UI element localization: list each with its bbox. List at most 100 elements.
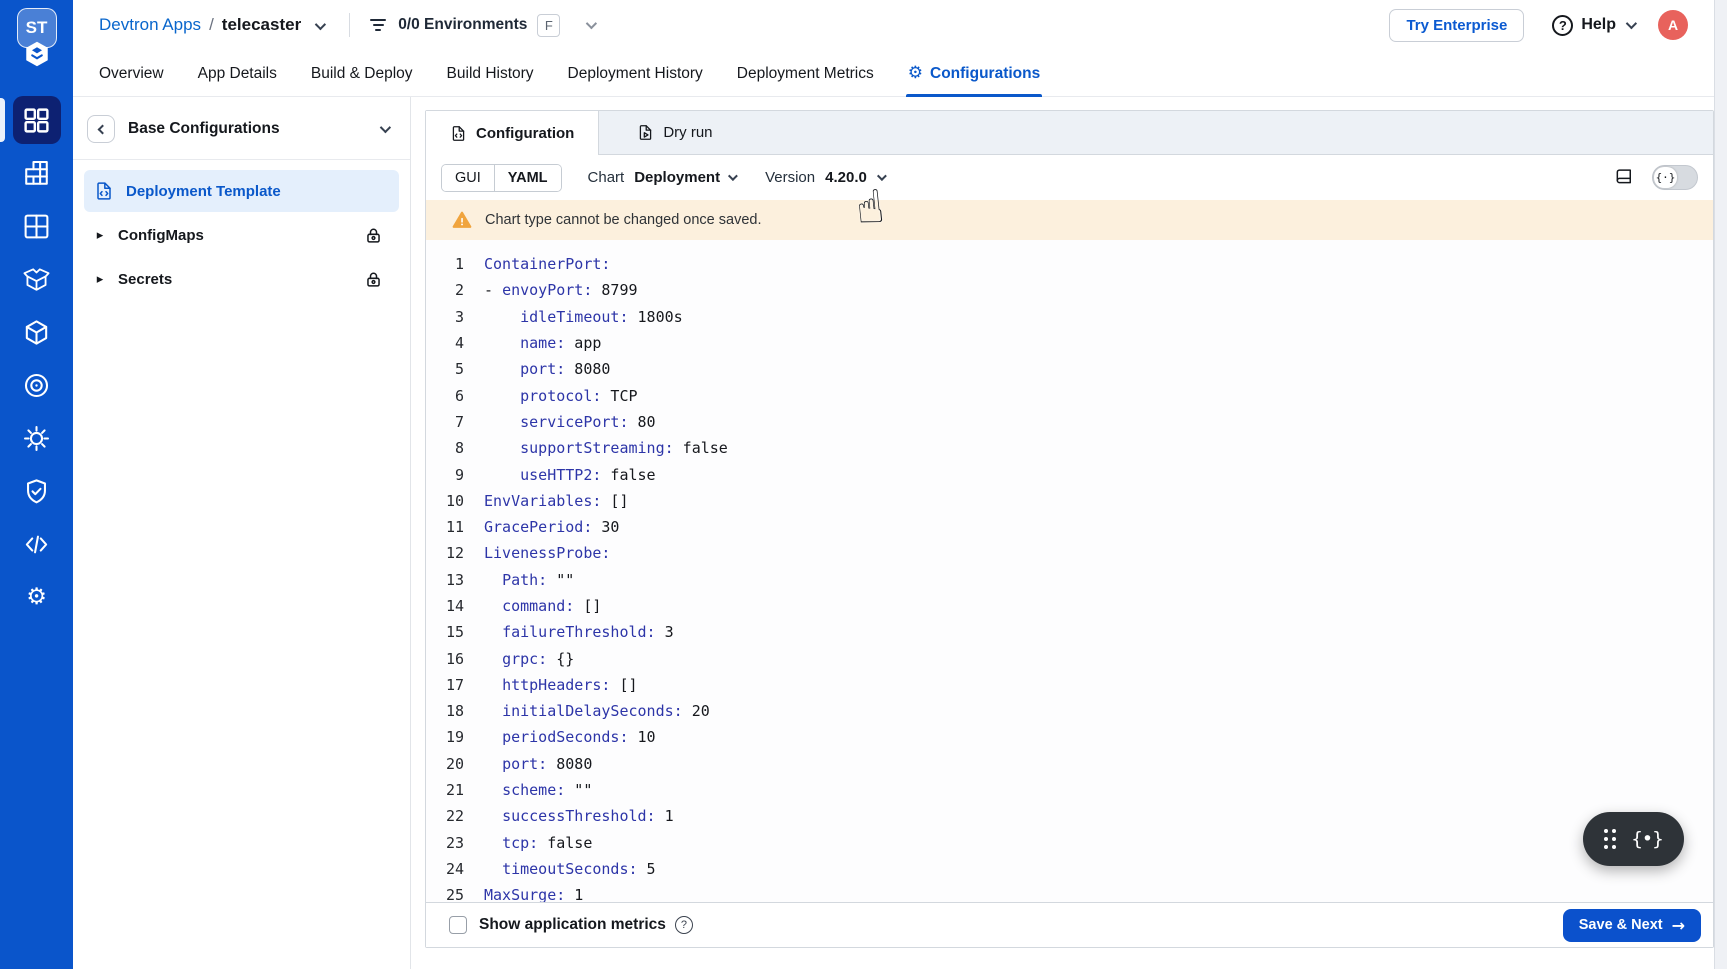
line-number: 22 [426,807,484,825]
nav-tab-app-details[interactable]: App Details [198,50,277,97]
environment-filter-icon[interactable] [370,19,386,31]
editor-line[interactable]: 4 name: app [426,330,1713,356]
editor-line[interactable]: 18 initialDelaySeconds: 20 [426,698,1713,724]
editor-line[interactable]: 15 failureThreshold: 3 [426,619,1713,645]
nav-tab-deployment-metrics[interactable]: Deployment Metrics [737,50,874,97]
mode-button-gui[interactable]: GUI [442,165,494,191]
editor-line[interactable]: 3 idleTimeout: 1800s [426,304,1713,330]
editor-line[interactable]: 10EnvVariables: [] [426,488,1713,514]
editor-line[interactable]: 7 servicePort: 80 [426,409,1713,435]
compare-values-toggle[interactable]: {·} [1652,165,1698,190]
nav-tab-build-history[interactable]: Build History [447,50,534,97]
line-content: periodSeconds: 10 [484,728,656,746]
drag-dots-icon[interactable] [1604,829,1616,849]
sidebar-item-grid-icon[interactable] [13,96,61,144]
show-metrics-checkbox[interactable] [449,916,467,934]
breadcrumb-devtron-apps[interactable]: Devtron Apps [99,15,201,35]
metrics-help-icon[interactable]: ? [675,916,693,934]
nav-tab-build-deploy[interactable]: Build & Deploy [311,50,413,97]
lock-icon [364,270,383,289]
editor-line[interactable]: 24 timeoutSeconds: 5 [426,856,1713,882]
sidebar-item-shield-check-icon[interactable] [13,467,61,515]
line-content: GracePeriod: 30 [484,518,619,536]
save-next-label: Save & Next [1579,917,1663,933]
app-header: Devtron Apps / telecaster 0/0 Environmen… [73,0,1714,97]
editor-line[interactable]: 23 tcp: false [426,830,1713,856]
sidebar-item-open-box-icon[interactable] [13,255,61,303]
back-button[interactable] [87,115,115,143]
editor-line[interactable]: 22 successThreshold: 1 [426,803,1713,829]
chart-type-value: Deployment [634,169,720,186]
try-enterprise-button[interactable]: Try Enterprise [1389,9,1524,42]
version-label: Version [765,169,815,186]
warning-triangle-icon [452,210,472,230]
sidebar-item-building-icon[interactable] [13,149,61,197]
editor-line[interactable]: 21 scheme: "" [426,777,1713,803]
editor-line[interactable]: 2- envoyPort: 8799 [426,277,1713,303]
editor-line[interactable]: 8 supportStreaming: false [426,435,1713,461]
sidebar-nav: ⚙ [0,96,73,621]
panel-collapse-chevron-icon[interactable] [380,120,388,138]
user-avatar[interactable]: A [1658,10,1688,40]
nav-tab-overview[interactable]: Overview [99,50,164,97]
help-menu[interactable]: ? Help [1552,15,1634,36]
floating-code-widget[interactable]: {•} [1583,812,1684,866]
editor-line[interactable]: 17 httpHeaders: [] [426,672,1713,698]
sidebar-item-target-icon[interactable] [13,361,61,409]
editor-line[interactable]: 20 port: 8080 [426,751,1713,777]
workspace-tab-configuration[interactable]: Configuration [426,111,599,155]
line-number: 15 [426,623,484,641]
environment-chevron-icon[interactable] [586,16,594,34]
editor-line[interactable]: 5 port: 8080 [426,356,1713,382]
nav-tab-deployment-history[interactable]: Deployment History [568,50,703,97]
gear-icon: ⚙ [908,65,923,82]
line-number: 7 [426,413,484,431]
editor-line[interactable]: 13 Path: "" [426,567,1713,593]
nav-tab-label: Deployment History [568,65,703,83]
editor-line[interactable]: 19 periodSeconds: 10 [426,724,1713,750]
nav-tab-configurations[interactable]: ⚙ Configurations [908,50,1040,97]
sidebar-item-cube-icon[interactable] [13,308,61,356]
editor-line[interactable]: 25MaxSurge: 1 [426,882,1713,903]
config-item-secrets[interactable]: ▸Secrets [84,258,399,300]
editor-line[interactable]: 11GracePeriod: 30 [426,514,1713,540]
app-nav-tabs: Overview App Details Build & Deploy Build H… [73,50,1714,97]
chart-version-dropdown[interactable]: 4.20.0 [825,169,884,186]
nav-tab-label: Configurations [930,65,1040,83]
page-scrollbar[interactable] [1714,0,1727,969]
sidebar-item-window-icon[interactable] [13,202,61,250]
config-item-deployment-template[interactable]: Deployment Template [84,170,399,212]
chart-version-value: 4.20.0 [825,169,867,186]
devtron-logo[interactable]: ST [15,8,59,70]
readme-book-icon[interactable] [1614,168,1634,188]
line-content: port: 8080 [484,755,592,773]
sidebar-item-code-icon[interactable] [13,520,61,568]
line-number: 8 [426,439,484,457]
chart-chevron-icon [728,171,738,181]
app-switcher-chevron-icon[interactable] [315,15,323,35]
caret-right-icon[interactable]: ▸ [92,272,108,287]
code-braces-icon[interactable]: {•} [1631,828,1662,850]
yaml-editor[interactable]: 1ContainerPort:2- envoyPort: 87993 idleT… [426,240,1713,903]
sidebar-item-gear-icon[interactable]: ⚙ [13,573,61,621]
line-content: LivenessProbe: [484,544,610,562]
config-item-label: Deployment Template [126,183,391,200]
chart-type-dropdown[interactable]: Deployment [634,169,735,186]
arrow-right-icon: → [1672,916,1685,935]
save-next-button[interactable]: Save & Next → [1563,909,1701,942]
line-content: ContainerPort: [484,255,610,273]
editor-line[interactable]: 9 useHTTP2: false [426,461,1713,487]
editor-line[interactable]: 1ContainerPort: [426,251,1713,277]
line-number: 19 [426,728,484,746]
editor-line[interactable]: 12LivenessProbe: [426,540,1713,566]
editor-line[interactable]: 16 grpc: {} [426,645,1713,671]
config-item-configmaps[interactable]: ▸ConfigMaps [84,214,399,256]
workspace-tab-dry-run[interactable]: Dry run [613,111,737,154]
mode-button-yaml[interactable]: YAML [494,165,561,191]
environment-count-label[interactable]: 0/0 Environments [398,16,527,34]
caret-right-icon[interactable]: ▸ [92,228,108,243]
editor-line[interactable]: 14 command: [] [426,593,1713,619]
sidebar-item-helm-wheel-icon[interactable] [13,414,61,462]
line-content: idleTimeout: 1800s [484,308,683,326]
editor-line[interactable]: 6 protocol: TCP [426,382,1713,408]
